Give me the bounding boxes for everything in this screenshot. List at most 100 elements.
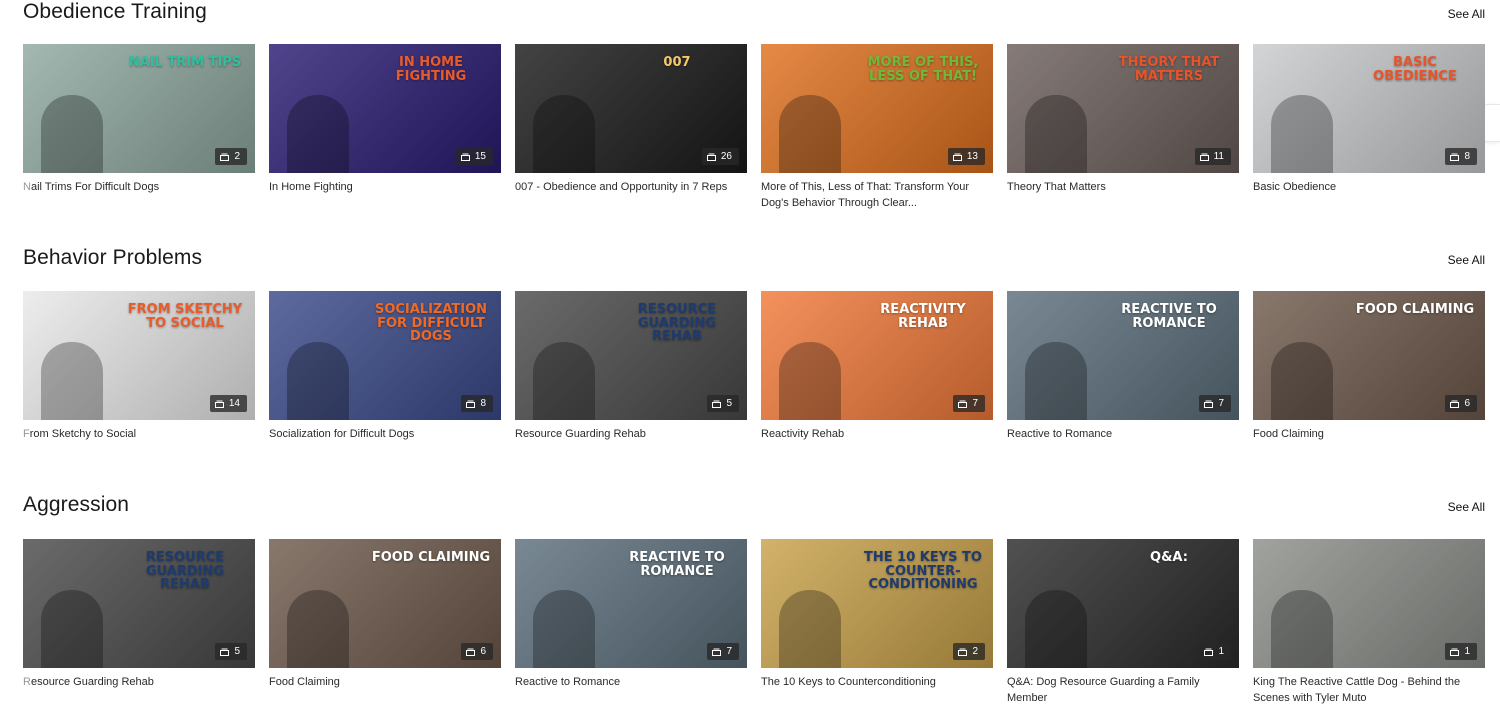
video-count-badge: 13 — [947, 148, 985, 165]
card-thumbnail[interactable]: REACTIVITY REHAB 7 — [761, 291, 993, 420]
person-figure — [287, 95, 349, 173]
collection-card[interactable]: REACTIVE TO ROMANCE 7 Reactive to Romance — [515, 539, 747, 706]
person-figure — [41, 342, 103, 420]
collection-card[interactable]: FOOD CLAIMING 6 Food Claiming — [269, 539, 501, 706]
video-count: 7 — [1218, 398, 1224, 409]
card-thumbnail[interactable]: BASIC OBEDIENCE 8 — [1253, 44, 1485, 173]
card-row: NAIL TRIM TIPS 2 Nail Trims For Difficult … — [23, 44, 1485, 211]
card-thumbnail[interactable]: Q&A: 1 — [1007, 539, 1239, 668]
card-thumbnail[interactable]: IN HOME FIGHTING 15 — [269, 44, 501, 173]
card-thumbnail[interactable]: NAIL TRIM TIPS 2 — [23, 44, 255, 173]
card-title[interactable]: King The Reactive Cattle Dog - Behind th… — [1253, 674, 1478, 706]
thumbnail-overlay-text: RESOURCE GUARDING REHAB — [145, 550, 225, 593]
card-title[interactable]: Food Claiming — [269, 674, 494, 690]
collection-card[interactable]: BASIC OBEDIENCE 8 Basic Obedience — [1253, 44, 1485, 211]
card-title[interactable]: Resource Guarding Rehab — [515, 426, 740, 442]
video-count-badge: 1 — [1199, 643, 1231, 660]
collection-card[interactable]: Q&A: 1 Q&A: Dog Resource Guarding a Family… — [1007, 539, 1239, 706]
video-count: 8 — [480, 398, 486, 409]
card-thumbnail[interactable]: RESOURCE GUARDING REHAB 5 — [515, 291, 747, 420]
video-count-badge: 1 — [1445, 643, 1477, 660]
collection-card[interactable]: NAIL TRIM TIPS 2 Nail Trims For Difficult … — [23, 44, 255, 211]
card-title[interactable]: More of This, Less of That: Transform Yo… — [761, 179, 986, 211]
person-figure — [1271, 342, 1333, 420]
card-thumbnail[interactable]: REACTIVE TO ROMANCE 7 — [515, 539, 747, 668]
video-count-badge: 5 — [707, 395, 739, 412]
card-title[interactable]: In Home Fighting — [269, 179, 494, 195]
video-count: 26 — [720, 151, 732, 162]
thumbnail-overlay-text: IN HOME FIGHTING — [395, 55, 467, 84]
video-count-badge: 6 — [461, 643, 493, 660]
collection-card[interactable]: 007 26 007 - Obedience and Opportunity in … — [515, 44, 747, 211]
collection-card[interactable]: THE 10 KEYS TO COUNTER-CONDITIONING 2 The … — [761, 539, 993, 706]
video-count: 5 — [726, 398, 732, 409]
card-title[interactable]: Theory That Matters — [1007, 179, 1232, 195]
playlist-stack-icon — [1204, 400, 1214, 408]
collection-card[interactable]: FOOD CLAIMING 6 Food Claiming — [1253, 291, 1485, 442]
collection-card[interactable]: REACTIVE TO ROMANCE 7 Reactive to Romance — [1007, 291, 1239, 442]
collection-card[interactable]: 1 King The Reactive Cattle Dog - Behind t… — [1253, 539, 1485, 706]
thumbnail-overlay-text: FOOD CLAIMING — [371, 550, 491, 565]
card-thumbnail[interactable]: 007 26 — [515, 44, 747, 173]
playlist-stack-icon — [214, 400, 224, 408]
card-title[interactable]: Basic Obedience — [1253, 179, 1478, 195]
see-all-link[interactable]: See All — [1448, 7, 1485, 21]
person-figure — [533, 95, 595, 173]
collection-card[interactable]: RESOURCE GUARDING REHAB 5 Resource Guardin… — [515, 291, 747, 442]
card-title[interactable]: 007 - Obedience and Opportunity in 7 Rep… — [515, 179, 740, 195]
thumbnail-overlay-text: REACTIVITY REHAB — [880, 302, 966, 331]
card-title[interactable]: Resource Guarding Rehab — [23, 674, 248, 690]
card-thumbnail[interactable]: RESOURCE GUARDING REHAB 5 — [23, 539, 255, 668]
playlist-stack-icon — [466, 648, 476, 656]
video-count-badge: 8 — [461, 395, 493, 412]
card-title[interactable]: From Sketchy to Social — [23, 426, 248, 442]
thumbnail-overlay-text: FOOD CLAIMING — [1355, 302, 1475, 317]
see-all-link[interactable]: See All — [1448, 253, 1485, 267]
section-aggression: Aggression See All RESOURCE GUARDING REH… — [23, 493, 1485, 704]
card-title[interactable]: Nail Trims For Difficult Dogs — [23, 179, 248, 195]
card-row: FROM SKETCHY TO SOCIAL 14 From Sketchy to … — [23, 291, 1485, 442]
card-thumbnail[interactable]: 1 — [1253, 539, 1485, 668]
person-figure — [533, 590, 595, 668]
video-count-badge: 5 — [215, 643, 247, 660]
card-thumbnail[interactable]: SOCIALIZATION FOR DIFFICULT DOGS 8 — [269, 291, 501, 420]
collection-card[interactable]: SOCIALIZATION FOR DIFFICULT DOGS 8 Sociali… — [269, 291, 501, 442]
card-thumbnail[interactable]: THE 10 KEYS TO COUNTER-CONDITIONING 2 — [761, 539, 993, 668]
see-all-link[interactable]: See All — [1448, 500, 1485, 514]
card-thumbnail[interactable]: MORE OF THIS, LESS OF THAT! 13 — [761, 44, 993, 173]
video-count-badge: 15 — [455, 148, 493, 165]
card-title[interactable]: Food Claiming — [1253, 426, 1478, 442]
card-title[interactable]: Reactive to Romance — [1007, 426, 1232, 442]
person-figure — [41, 590, 103, 668]
card-title[interactable]: Reactivity Rehab — [761, 426, 986, 442]
playlist-stack-icon — [220, 153, 230, 161]
card-thumbnail[interactable]: FOOD CLAIMING 6 — [1253, 291, 1485, 420]
card-thumbnail[interactable]: REACTIVE TO ROMANCE 7 — [1007, 291, 1239, 420]
person-figure — [779, 342, 841, 420]
card-title[interactable]: Socialization for Difficult Dogs — [269, 426, 494, 442]
person-figure — [287, 590, 349, 668]
card-title[interactable]: Reactive to Romance — [515, 674, 740, 690]
collection-card[interactable]: RESOURCE GUARDING REHAB 5 Resource Guardin… — [23, 539, 255, 706]
video-count-badge: 11 — [1194, 148, 1231, 165]
collection-card[interactable]: REACTIVITY REHAB 7 Reactivity Rehab — [761, 291, 993, 442]
section-behavior-problems: Behavior Problems See All FROM SKETCHY T… — [23, 246, 1485, 440]
person-figure — [41, 95, 103, 173]
thumbnail-overlay-text: THE 10 KEYS TO COUNTER-CONDITIONING — [864, 550, 982, 593]
collection-card[interactable]: THEORY THAT MATTERS 11 Theory That Matters — [1007, 44, 1239, 211]
video-count: 2 — [972, 646, 978, 657]
playlist-stack-icon — [220, 648, 230, 656]
card-thumbnail[interactable]: FROM SKETCHY TO SOCIAL 14 — [23, 291, 255, 420]
collection-card[interactable]: FROM SKETCHY TO SOCIAL 14 From Sketchy to … — [23, 291, 255, 442]
collection-card[interactable]: MORE OF THIS, LESS OF THAT! 13 More of Thi… — [761, 44, 993, 211]
collection-card[interactable]: IN HOME FIGHTING 15 In Home Fighting — [269, 44, 501, 211]
card-thumbnail[interactable]: THEORY THAT MATTERS 11 — [1007, 44, 1239, 173]
card-title[interactable]: Q&A: Dog Resource Guarding a Family Memb… — [1007, 674, 1232, 706]
video-count-badge: 2 — [215, 148, 247, 165]
playlist-stack-icon — [952, 153, 962, 161]
section-header: Obedience Training See All — [23, 0, 1485, 30]
card-thumbnail[interactable]: FOOD CLAIMING 6 — [269, 539, 501, 668]
thumbnail-overlay-text: FROM SKETCHY TO SOCIAL — [127, 302, 243, 331]
card-title[interactable]: The 10 Keys to Counterconditioning — [761, 674, 986, 690]
section-title: Behavior Problems — [23, 246, 203, 269]
